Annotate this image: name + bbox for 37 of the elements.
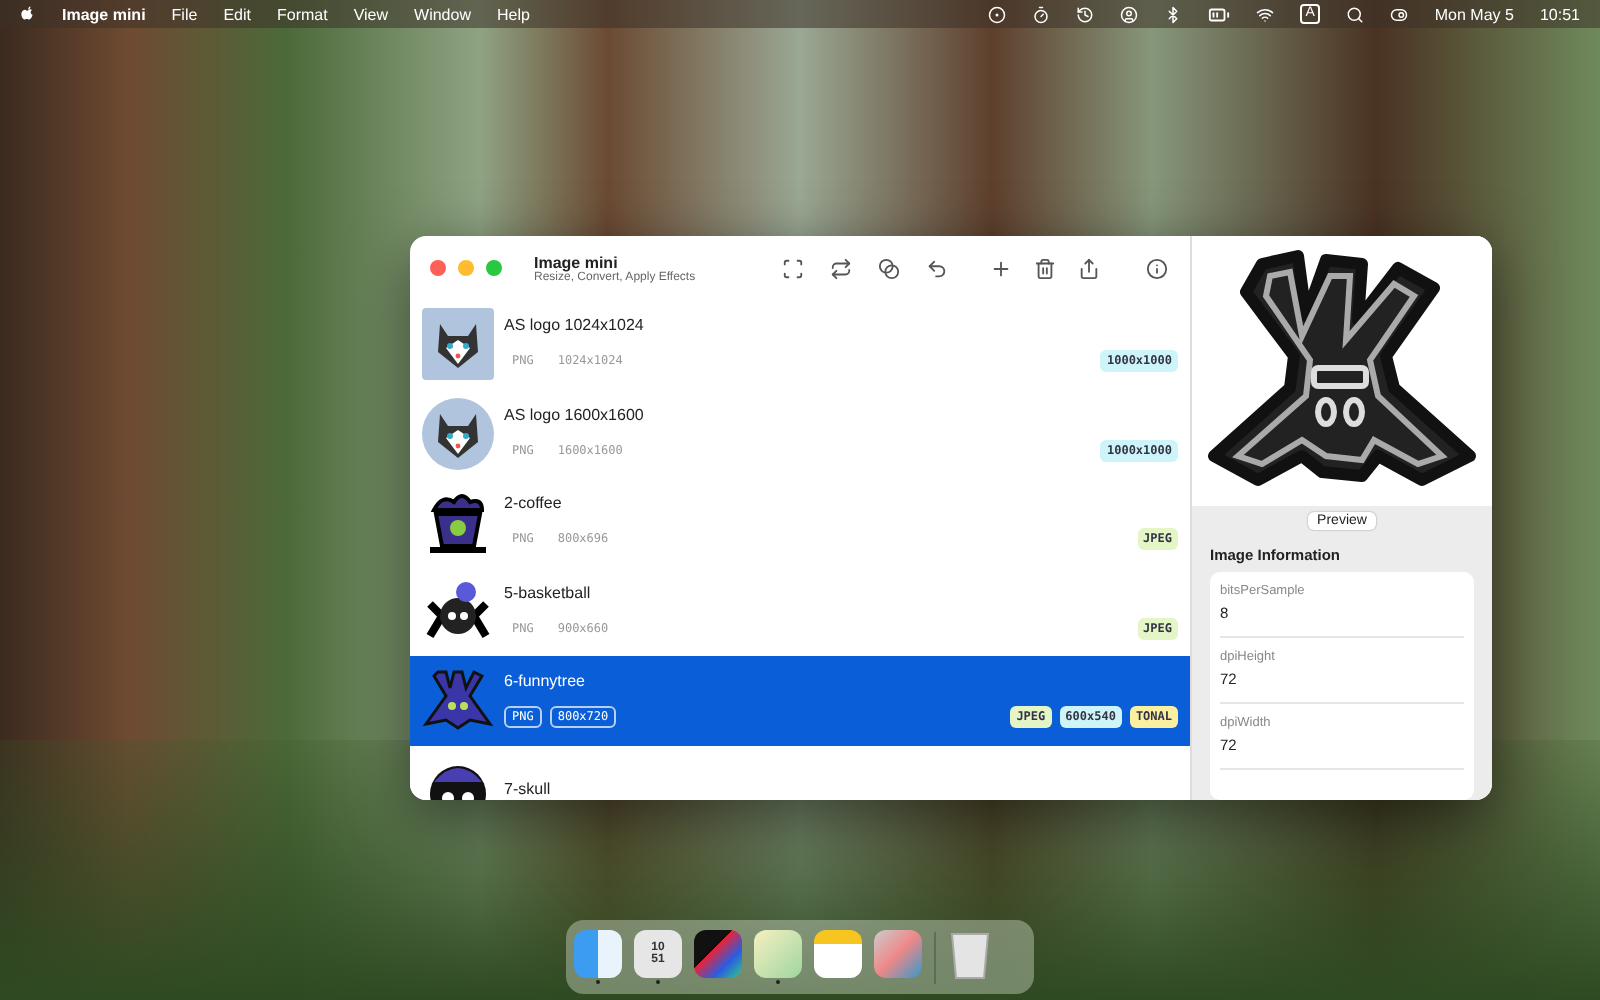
effects-button[interactable] bbox=[874, 254, 902, 282]
resize-frame-button[interactable] bbox=[778, 254, 806, 282]
menu-item[interactable]: File bbox=[171, 5, 198, 23]
user-icon[interactable] bbox=[1119, 5, 1138, 23]
file-name: 7-skull bbox=[504, 780, 553, 799]
file-name: AS logo 1600x1600 bbox=[504, 405, 646, 424]
timer-icon[interactable] bbox=[1031, 5, 1050, 23]
info-button[interactable] bbox=[1142, 254, 1170, 282]
dog-thumbnail bbox=[422, 397, 494, 470]
delete-button[interactable] bbox=[1030, 254, 1058, 282]
notepad-app-icon[interactable] bbox=[814, 930, 862, 978]
bluetooth-icon[interactable] bbox=[1163, 5, 1182, 23]
menu-item[interactable]: Window bbox=[414, 5, 471, 23]
wifi-icon[interactable] bbox=[1255, 5, 1274, 23]
menu-time[interactable]: 10:51 bbox=[1539, 5, 1580, 23]
menu-item[interactable]: Format bbox=[276, 5, 328, 23]
search-icon[interactable] bbox=[1346, 5, 1365, 23]
file-row[interactable]: 7-skull bbox=[410, 745, 1190, 800]
history-icon[interactable] bbox=[1075, 5, 1094, 23]
close-button[interactable] bbox=[430, 260, 446, 276]
app-menu[interactable]: Image mini bbox=[62, 5, 146, 23]
menu-item[interactable]: View bbox=[353, 5, 389, 23]
file-name: 5-basketball bbox=[504, 583, 593, 602]
trash-can-icon[interactable] bbox=[948, 928, 992, 980]
control-center-icon[interactable] bbox=[1390, 5, 1409, 23]
file-name: 6-funnytree bbox=[504, 672, 587, 691]
menu-item[interactable]: Help bbox=[496, 5, 530, 23]
battery-icon[interactable] bbox=[1207, 3, 1230, 25]
menu-item[interactable]: Edit bbox=[223, 5, 251, 23]
file-name: 2-coffee bbox=[504, 494, 564, 513]
window-title: Image mini bbox=[534, 253, 618, 271]
apple-icon[interactable] bbox=[20, 5, 36, 23]
file-name: AS logo 1024x1024 bbox=[504, 316, 646, 335]
status-icon[interactable] bbox=[987, 5, 1006, 23]
convert-button[interactable] bbox=[826, 254, 854, 282]
menu-date[interactable]: Mon May 5 bbox=[1434, 5, 1514, 23]
dog-thumbnail bbox=[422, 308, 494, 381]
